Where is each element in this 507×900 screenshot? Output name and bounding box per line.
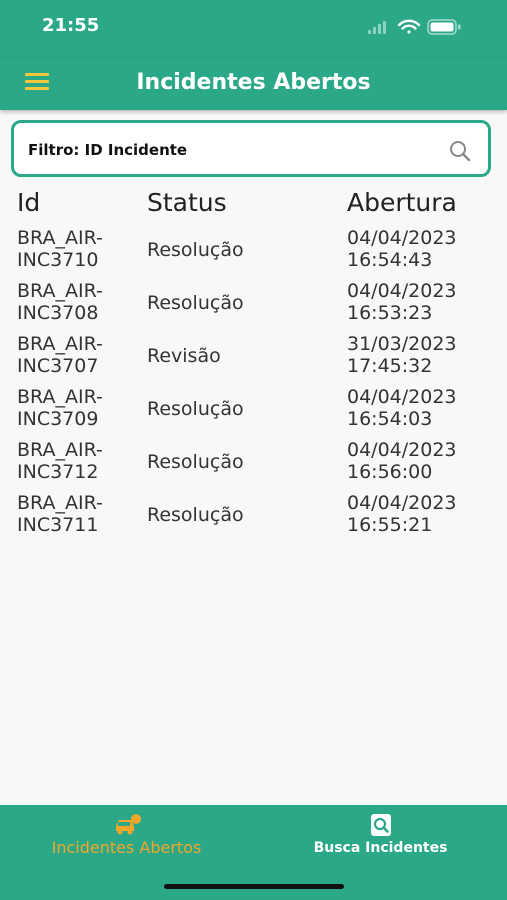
incident-opened: 04/04/2023 16:56:00 [347,439,457,483]
column-header-status: Status [147,188,227,217]
table-row[interactable]: BRA_AIR- INC3708 Resolução 04/04/2023 16:5… [0,276,507,329]
filter-input[interactable] [26,137,430,163]
tab-label: Incidentes Abertos [51,838,202,857]
cellular-signal-icon [368,21,386,34]
home-indicator [164,884,344,889]
status-bar: 21:55 [0,0,507,58]
tab-incidentes-abertos[interactable]: Incidentes Abertos [0,805,253,875]
incident-opened: 04/04/2023 16:55:21 [347,492,457,536]
incident-status: Resolução [147,504,244,526]
column-header-abertura: Abertura [347,188,457,217]
incident-opened: 04/04/2023 16:53:23 [347,280,457,324]
search-icon[interactable] [448,139,472,163]
table-row[interactable]: BRA_AIR- INC3707 Revisão 31/03/2023 17:45:… [0,329,507,382]
filter-box [11,120,491,177]
incident-opened: 04/04/2023 16:54:43 [347,227,457,271]
battery-icon [427,19,461,35]
app-header: Incidentes Abertos [0,58,507,110]
car-incident-icon [115,814,141,835]
status-time: 21:55 [42,15,100,36]
incident-id: BRA_AIR- INC3711 [17,492,103,536]
search-document-icon [370,814,391,836]
incident-id: BRA_AIR- INC3708 [17,280,103,324]
page-title: Incidentes Abertos [136,70,371,95]
table-row[interactable]: BRA_AIR- INC3711 Resolução 04/04/2023 16:5… [0,488,507,541]
status-icons [368,19,461,35]
table-row[interactable]: BRA_AIR- INC3712 Resolução 04/04/2023 16:5… [0,435,507,488]
table-row[interactable]: BRA_AIR- INC3709 Resolução 04/04/2023 16:5… [0,382,507,435]
incident-id: BRA_AIR- INC3707 [17,333,103,377]
table-header: Id Status Abertura [0,183,507,223]
incident-status: Resolução [147,292,244,314]
incident-status: Resolução [147,239,244,261]
incident-status: Revisão [147,345,221,367]
column-header-id: Id [17,188,41,217]
incident-opened: 04/04/2023 16:54:03 [347,386,457,430]
incident-id: BRA_AIR- INC3709 [17,386,103,430]
incidents-table: Id Status Abertura BRA_AIR- INC3710 Resol… [0,183,507,541]
tab-busca-incidentes[interactable]: Busca Incidentes [254,805,507,875]
table-row[interactable]: BRA_AIR- INC3710 Resolução 04/04/2023 16:5… [0,223,507,276]
incident-status: Resolução [147,398,244,420]
wifi-icon [397,19,421,34]
tab-label: Busca Incidentes [313,840,448,856]
incident-id: BRA_AIR- INC3712 [17,439,103,483]
incident-opened: 31/03/2023 17:45:32 [347,333,457,377]
incident-status: Resolução [147,451,244,473]
incident-id: BRA_AIR- INC3710 [17,227,103,271]
